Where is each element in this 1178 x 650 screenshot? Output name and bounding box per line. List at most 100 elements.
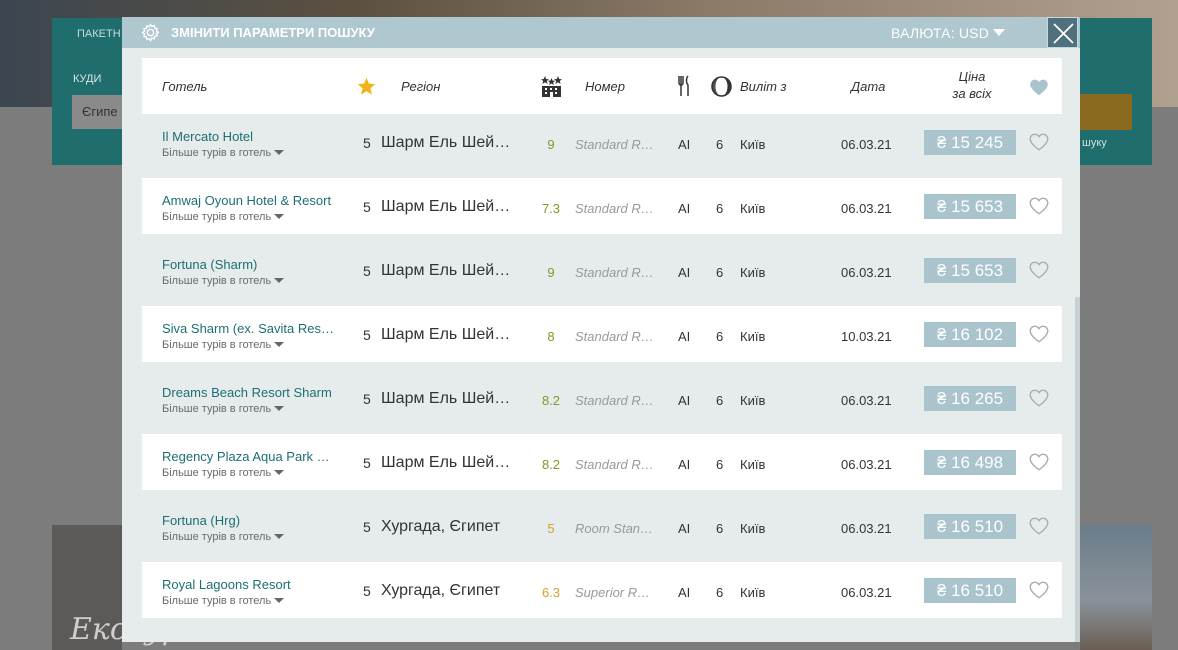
price-button[interactable]: ₴ 15 653 [924,194,1016,219]
hotel-stars: 5 [363,583,371,599]
building-stars-icon[interactable] [540,75,563,98]
table-row[interactable]: Il Mercato Hotel Більше турів в готель 5 Ша… [142,114,1062,170]
table-row[interactable]: Dreams Beach Resort Sharm Більше турів в … [142,370,1062,426]
meal-plan: AI [678,393,691,408]
heart-icon[interactable] [1029,197,1049,215]
column-hotel[interactable]: Готель [162,79,207,94]
nights-count: 6 [716,585,724,600]
departure-date: 06.03.21 [841,393,892,408]
price-button[interactable]: ₴ 16 265 [924,386,1016,411]
hotel-name-link[interactable]: Fortuna (Hrg) [162,513,337,528]
background-card [1080,525,1152,650]
chevron-down-icon [274,214,285,219]
fork-knife-icon[interactable] [677,75,691,97]
price-button[interactable]: ₴ 15 653 [924,258,1016,283]
currency-select[interactable]: ВАЛЮТА: USD [891,25,1006,41]
background-search-button [1080,94,1132,130]
room-type: Superior Room [575,585,657,600]
star-icon[interactable] [357,77,376,95]
room-type: Standard Room [575,265,657,280]
table-row[interactable]: Fortuna (Sharm) Більше турів в готель 5 Шар… [142,242,1062,298]
departure-date: 06.03.21 [841,137,892,152]
table-row[interactable]: Fortuna (Hrg) Більше турів в готель 5 Хурга… [142,498,1062,554]
heart-icon[interactable] [1029,581,1049,599]
heart-icon[interactable] [1029,453,1049,471]
scrollbar[interactable] [1075,297,1080,642]
hotel-name-link[interactable]: Dreams Beach Resort Sharm [162,385,337,400]
close-button[interactable] [1047,17,1078,48]
hotel-name-link[interactable]: Siva Sharm (ex. Savita Resort) [162,321,337,336]
table-row[interactable]: Regency Plaza Aqua Park & Spa Більше турі… [142,434,1062,490]
departure-date: 06.03.21 [841,201,892,216]
price-button[interactable]: ₴ 15 245 [924,130,1016,155]
price-button[interactable]: ₴ 16 510 [924,578,1016,603]
more-tours-link[interactable]: Більше турів в готель [162,147,285,159]
nights-count: 6 [716,137,724,152]
moon-icon[interactable] [711,76,732,97]
currency-label: ВАЛЮТА: USD [891,25,990,41]
chevron-down-icon [274,534,285,539]
chevron-down-icon [274,278,285,283]
more-tours-label: Більше турів в готель [162,531,272,543]
departure-city: Київ [740,393,766,408]
heart-icon[interactable] [1029,517,1049,535]
more-tours-link[interactable]: Більше турів в готель [162,211,285,223]
column-departure[interactable]: Виліт з [740,79,787,94]
hotel-stars: 5 [363,199,371,215]
nights-count: 6 [716,201,724,216]
hotel-stars: 5 [363,519,371,535]
more-tours-link[interactable]: Більше турів в готель [162,531,285,543]
hotel-name-link[interactable]: Regency Plaza Aqua Park & Spa [162,449,337,464]
hotel-region: Шарм Ель Шейх, Єгипет [381,134,514,151]
chevron-down-icon [274,406,285,411]
more-tours-label: Більше турів в готель [162,275,272,287]
heart-icon[interactable] [1029,389,1049,407]
departure-city: Київ [740,521,766,536]
hotel-stars: 5 [363,135,371,151]
table-row[interactable]: Amwaj Oyoun Hotel & Resort Більше турів в… [142,178,1062,234]
more-tours-link[interactable]: Більше турів в готель [162,403,285,415]
price-button[interactable]: ₴ 16 102 [924,322,1016,347]
column-region[interactable]: Регіон [401,79,440,94]
more-tours-label: Більше турів в готель [162,595,272,607]
heart-icon[interactable] [1029,325,1049,343]
change-search-params-link[interactable]: ЗМІНИТИ ПАРАМЕТРИ ПОШУКУ [171,25,375,40]
column-price[interactable]: Ціна за всіх [932,68,1012,102]
table-row[interactable]: Royal Lagoons Resort Більше турів в готел… [142,562,1062,618]
hotel-region: Хургада, Єгипет [381,518,501,535]
more-tours-link[interactable]: Більше турів в готель [162,275,285,287]
gear-icon[interactable] [140,22,161,43]
column-room[interactable]: Номер [585,79,625,94]
heart-icon[interactable] [1029,78,1049,96]
price-button[interactable]: ₴ 16 510 [924,514,1016,539]
hotel-region: Шарм Ель Шейх, Єгипет [381,262,514,279]
heart-icon[interactable] [1029,261,1049,279]
hotel-name-link[interactable]: Royal Lagoons Resort [162,577,337,592]
more-tours-link[interactable]: Більше турів в готель [162,467,285,479]
departure-city: Київ [740,585,766,600]
hotel-name-link[interactable]: Il Mercato Hotel [162,129,337,144]
hotel-name-link[interactable]: Fortuna (Sharm) [162,257,337,272]
meal-plan: AI [678,137,691,152]
column-date[interactable]: Дата [851,79,885,94]
hotel-stars: 5 [363,263,371,279]
departure-date: 06.03.21 [841,457,892,472]
chevron-down-icon [274,342,285,347]
heart-icon[interactable] [1029,133,1049,151]
more-tours-link[interactable]: Більше турів в готель [162,595,285,607]
price-button[interactable]: ₴ 16 498 [924,450,1016,475]
nights-count: 6 [716,457,724,472]
more-tours-link[interactable]: Більше турів в готель [162,339,285,351]
table-row[interactable]: Siva Sharm (ex. Savita Resort) Більше тур… [142,306,1062,362]
departure-date: 06.03.21 [841,521,892,536]
hotel-stars: 5 [363,455,371,471]
hotel-region: Шарм Ель Шейх, Єгипет [381,326,514,343]
hotel-name-link[interactable]: Amwaj Oyoun Hotel & Resort [162,193,337,208]
room-type: Standard Room [575,137,657,152]
background-where-label: КУДИ [73,73,102,85]
nights-count: 6 [716,521,724,536]
hotel-rating: 5 [547,521,555,536]
room-type: Standard Room [575,393,657,408]
more-tours-label: Більше турів в готель [162,211,272,223]
column-price-line2: за всіх [952,86,992,101]
